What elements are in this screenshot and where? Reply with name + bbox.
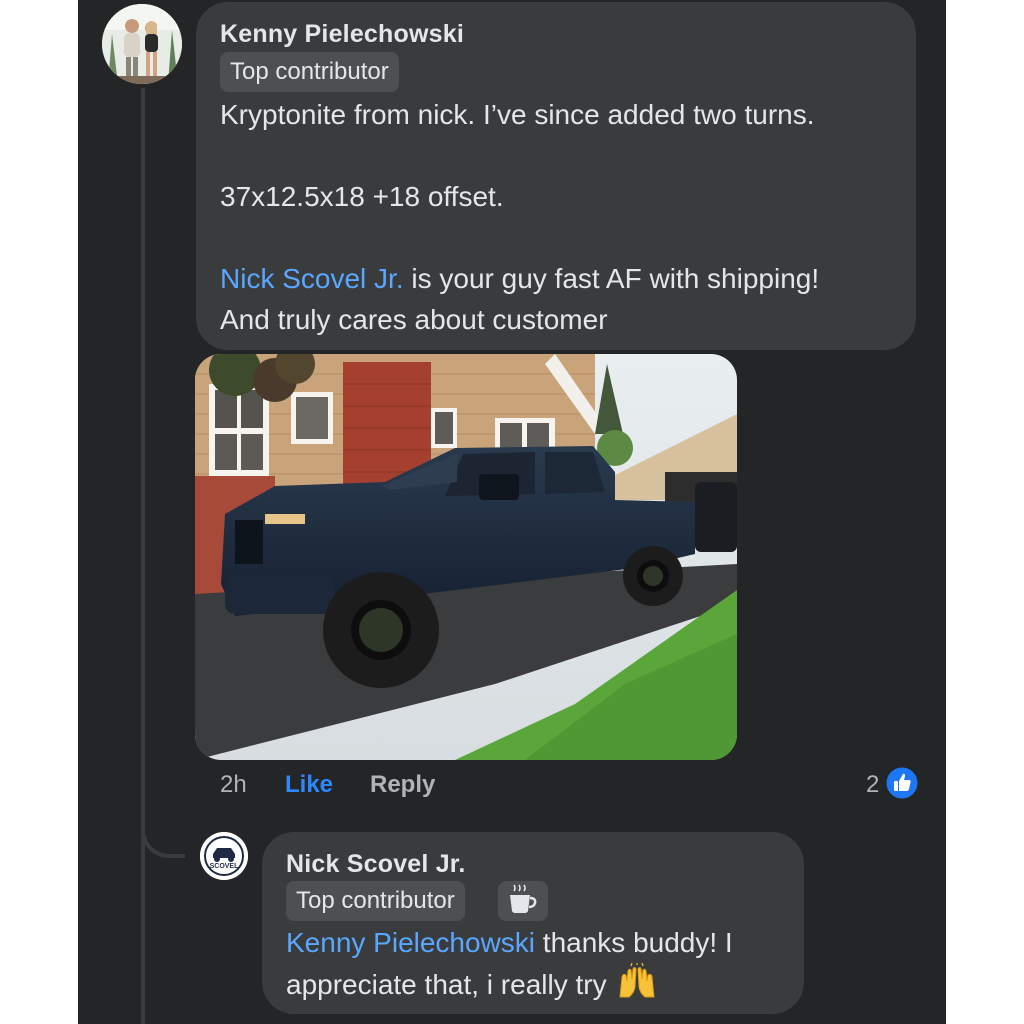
avatar-logo-text: SCOVEL: [210, 863, 240, 870]
comment-timestamp[interactable]: 2h: [220, 771, 247, 799]
mention-link[interactable]: Nick Scovel Jr.: [220, 263, 404, 294]
reply-button[interactable]: Reply: [370, 771, 435, 799]
pickup-truck-photo: [195, 354, 737, 760]
thread-connector: [141, 790, 185, 858]
top-contributor-badge[interactable]: Top contributor: [220, 52, 399, 92]
comment-photo[interactable]: [195, 354, 737, 760]
reply-text-line-1: Kenny Pielechowski thanks buddy! I: [286, 922, 733, 963]
thumbs-up-icon: [885, 766, 919, 805]
coffee-badge[interactable]: [498, 881, 548, 921]
reaction-count: 2: [866, 771, 880, 798]
reply-author[interactable]: Nick Scovel Jr.: [286, 850, 466, 879]
avatar-nick[interactable]: SCOVEL: [200, 832, 248, 880]
comment-bubble: Kenny Pielechowski Top contributor Krypt…: [196, 2, 916, 350]
comment-text-line-3: Nick Scovel Jr. is your guy fast AF with…: [220, 258, 819, 299]
comment-text-line-3-rest: is your guy fast AF with shipping!: [403, 263, 820, 294]
comment-text-line-1: Kryptonite from nick. I’ve since added t…: [220, 99, 815, 130]
reply-top-contributor-badge[interactable]: Top contributor: [286, 881, 465, 921]
reply-text-line-2: appreciate that, i really try: [286, 962, 657, 1010]
avatar-kenny[interactable]: [102, 4, 182, 84]
raising-hands-emoji: [617, 962, 657, 1010]
like-button[interactable]: Like: [285, 771, 333, 799]
comment-text-line-4: And truly cares about customer: [220, 304, 608, 335]
reaction-summary[interactable]: 2: [866, 766, 919, 805]
reply-text-line-1-rest: thanks buddy! I: [535, 927, 733, 958]
comment-text-line-2: 37x12.5x18 +18 offset.: [220, 181, 504, 212]
comments-panel: Kenny Pielechowski Top contributor Krypt…: [78, 0, 946, 1024]
comment-author[interactable]: Kenny Pielechowski: [220, 20, 464, 49]
reply-mention-link[interactable]: Kenny Pielechowski: [286, 927, 535, 958]
reply-text-line-2-body: appreciate that, i really try: [286, 968, 607, 1000]
thread-line: [141, 88, 145, 1024]
